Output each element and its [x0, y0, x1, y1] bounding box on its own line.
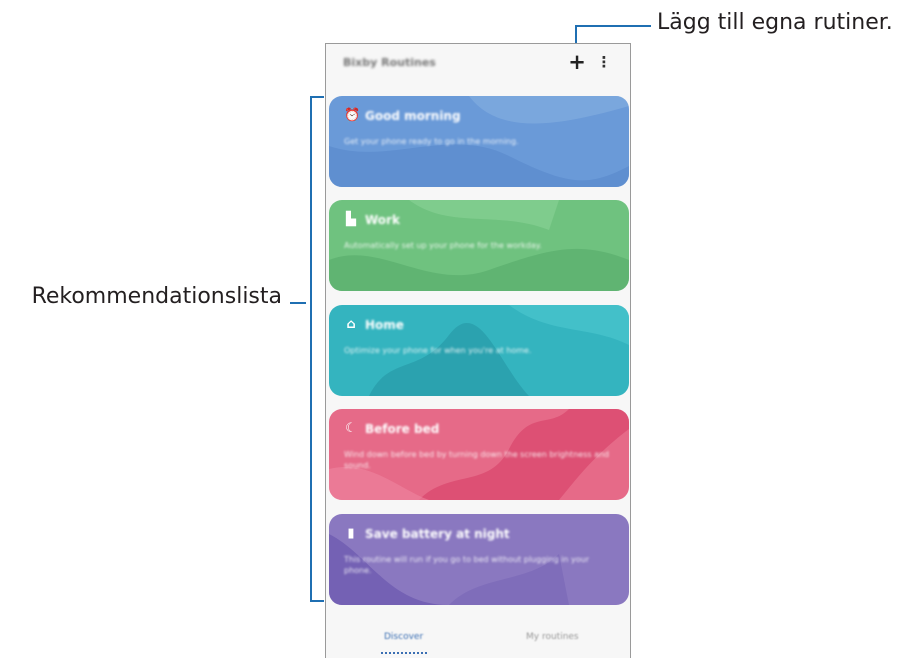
card-description: Automatically set up your phone for the …: [344, 241, 542, 250]
card-title: Good morning: [365, 109, 461, 123]
routine-card-home[interactable]: ⌂ Home Optimize your phone for when you'…: [329, 305, 629, 396]
app-title: Bixby Routines: [343, 56, 436, 69]
callout-bracket-vertical: [310, 96, 312, 602]
battery-icon: ▮: [347, 526, 355, 541]
callout-add-own-routines: Lägg till egna rutiner.: [657, 10, 893, 35]
routine-card-good-morning[interactable]: ⏰ Good morning Get your phone ready to g…: [329, 96, 629, 187]
tab-discover[interactable]: Discover: [384, 632, 423, 642]
card-title: Home: [365, 318, 404, 332]
callout-bracket-bottom: [310, 600, 324, 602]
alarm-icon: ⏰: [344, 108, 361, 123]
card-description: Optimize your phone for when you're at h…: [344, 346, 532, 355]
building-icon: ▙: [346, 212, 356, 227]
bottom-tab-bar: Discover My routines: [326, 624, 630, 658]
callout-bracket-top: [310, 96, 324, 98]
card-description: Get your phone ready to go in the mornin…: [344, 137, 519, 146]
callout-line-top-horizontal: [575, 25, 651, 27]
card-title: Save battery at night: [365, 527, 510, 541]
card-description: Wind down before bed by turning down the…: [344, 450, 610, 470]
card-title: Before bed: [365, 422, 440, 436]
card-description: This routine will run if you go to bed w…: [344, 555, 590, 575]
tab-active-indicator: [381, 650, 427, 654]
phone-screen: Bixby Routines + ⋮ ⏰ Good morning Get yo…: [325, 43, 631, 658]
moon-icon: ☾: [345, 421, 357, 436]
card-title: Work: [365, 213, 400, 227]
routine-card-before-bed[interactable]: ☾ Before bed Wind down before bed by tur…: [329, 409, 629, 500]
plus-icon[interactable]: +: [567, 51, 587, 73]
routine-card-save-battery-at-night[interactable]: ▮ Save battery at night This routine wil…: [329, 514, 629, 605]
callout-bracket-stub: [290, 302, 306, 304]
more-vert-icon[interactable]: ⋮: [596, 52, 612, 72]
routine-card-work[interactable]: ▙ Work Automatically set up your phone f…: [329, 200, 629, 291]
home-icon: ⌂: [346, 317, 356, 332]
tab-my-routines[interactable]: My routines: [526, 632, 579, 642]
callout-recommendation-list: Rekommendationslista: [31, 284, 282, 309]
